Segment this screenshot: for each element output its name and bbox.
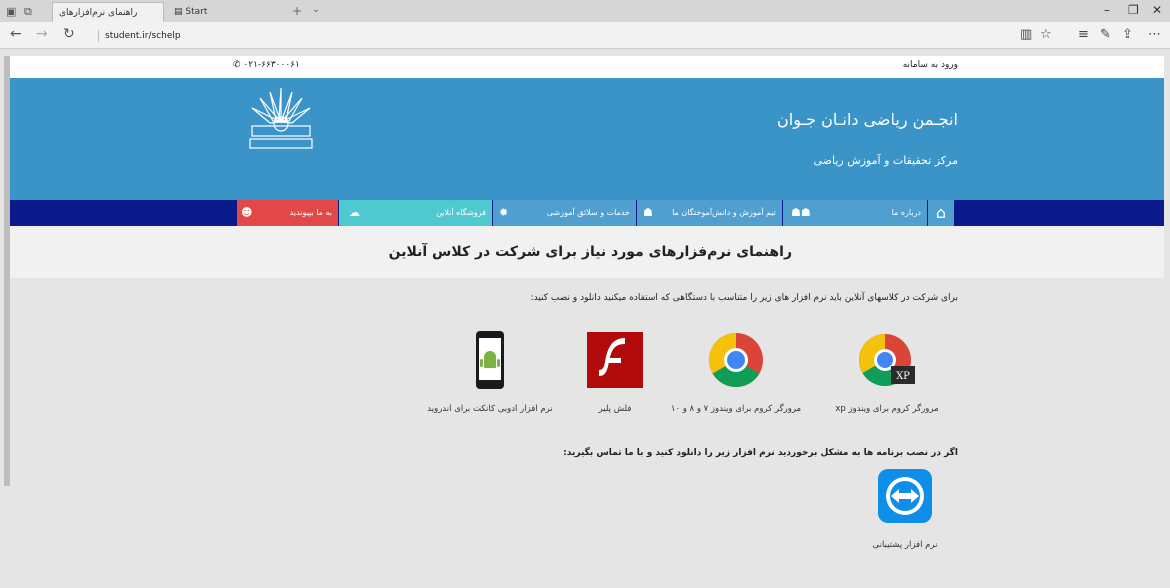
restore-icon[interactable]: ❐ <box>1128 3 1139 17</box>
tab-manager-icon[interactable]: ▣ <box>6 5 16 18</box>
reading-view-icon[interactable]: ▥ <box>1020 27 1032 42</box>
flash-icon <box>585 330 645 390</box>
group-icon: ☗☗ <box>791 206 811 219</box>
top-strip <box>10 56 1164 78</box>
hub-icon[interactable]: ≡ <box>1078 27 1089 42</box>
site-subtitle: مرکز تحقیقات و آموزش ریاضی <box>813 154 959 167</box>
lightbulb-icon: ✹ <box>499 206 509 219</box>
site-logo[interactable] <box>240 86 322 154</box>
refresh-icon[interactable]: ↻ <box>63 26 75 42</box>
software-chrome-xp[interactable]: XP مرورگر کروم برای ویندوز xp <box>812 330 962 414</box>
web-note-icon[interactable]: ✎ <box>1100 27 1111 42</box>
android-phone-icon <box>460 330 520 390</box>
tab-active[interactable]: راهنمای نرم‌افزارهای مورد... ✕ <box>52 2 164 38</box>
site-title: انجـمن ریاضی دانـان جـوان <box>777 110 958 129</box>
nav-services[interactable]: ✹ خدمات و سلائق آموزشی <box>493 200 636 226</box>
tab-start[interactable]: ▤ Start <box>168 2 286 22</box>
page-heading: راهنمای نرم‌فزارهای مورد نیاز برای شرکت … <box>388 244 792 260</box>
nav-home[interactable]: ⌂ <box>928 200 954 226</box>
back-icon[interactable]: ← <box>10 26 22 42</box>
nav-team[interactable]: ☗ تیم آموزش و دانش‌آموختگان ما <box>637 200 782 226</box>
nav-label: فروشگاه آنلاین <box>436 208 486 217</box>
nav-about[interactable]: ☗☗ درباره ما <box>783 200 927 226</box>
minimize-icon[interactable]: – <box>1104 3 1110 17</box>
svg-text:XP: XP <box>896 371 910 382</box>
nav-label: درباره ما <box>891 208 921 217</box>
chrome-icon <box>706 330 766 390</box>
new-tab-icon[interactable]: + <box>292 4 302 18</box>
cloud-icon: ☁ <box>349 206 360 219</box>
nav-shop[interactable]: ☁ فروشگاه آنلاین <box>339 200 492 226</box>
team-icon: ☗ <box>643 206 653 219</box>
chevron-down-icon[interactable]: ⌄ <box>312 4 320 15</box>
start-tab-icon: ▤ <box>174 7 183 17</box>
home-icon: ⌂ <box>935 203 947 222</box>
tab-title: Start <box>185 7 208 17</box>
nav-join[interactable]: ☻ به ما بپیوندید <box>237 200 338 226</box>
user-add-icon: ☻ <box>241 206 253 219</box>
close-window-icon[interactable]: ✕ <box>1152 3 1162 17</box>
chrome-xp-icon: XP <box>857 330 917 390</box>
phone-icon: ✆ <box>233 60 241 70</box>
set-aside-tabs-icon[interactable]: ⧉ <box>24 5 32 19</box>
software-label: نرم افزار پشتیبانی <box>872 540 938 550</box>
nav-label: تیم آموزش و دانش‌آموختگان ما <box>672 208 776 217</box>
share-icon[interactable]: ⇪ <box>1122 27 1133 42</box>
url-field[interactable]: student.ir/schelp <box>98 30 181 42</box>
favorite-star-icon[interactable]: ☆ <box>1040 27 1052 42</box>
teamviewer-icon <box>877 468 933 524</box>
phone-text: ۰۲۱-۶۶۳۰۰۰۶۱ <box>243 60 300 70</box>
problem-text: اگر در نصب برنامه ها به مشکل برخوردید نر… <box>563 448 958 458</box>
nav-label: خدمات و سلائق آموزشی <box>546 208 630 217</box>
software-support[interactable]: نرم افزار پشتیبانی <box>850 468 960 550</box>
more-icon[interactable]: ⋯ <box>1148 27 1161 42</box>
site-header <box>10 78 1164 200</box>
intro-text: برای شرکت در کلاسهای آنلاین باید نرم افز… <box>530 293 958 303</box>
software-adobe-connect-android[interactable]: نرم افزار ادوبی کانکت برای اندروید <box>415 330 565 414</box>
forward-icon[interactable]: → <box>36 26 48 42</box>
login-link[interactable]: ورود به سامانه <box>880 60 958 70</box>
nav-label: به ما بپیوندید <box>289 208 332 217</box>
software-label: نرم افزار ادوبی کانکت برای اندروید <box>427 404 553 414</box>
phone-number: ✆ ۰۲۱-۶۶۳۰۰۰۶۱ <box>233 60 300 70</box>
software-label: مرورگر کروم برای ویندوز xp <box>835 404 939 414</box>
